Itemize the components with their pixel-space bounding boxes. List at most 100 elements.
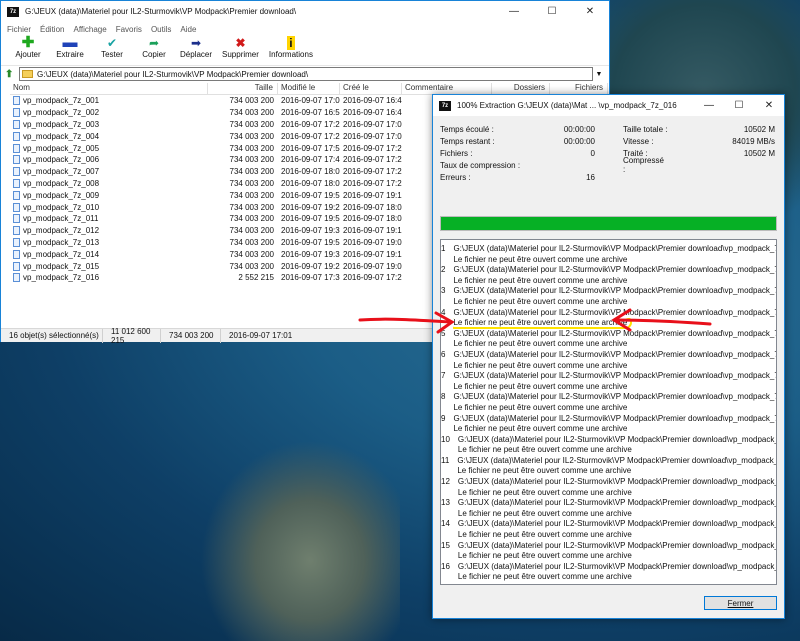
error-message-body: G:\JEUX (data)\Materiel pour IL2-Sturmov… xyxy=(453,265,777,286)
menu-affichage[interactable]: Affichage xyxy=(73,25,106,34)
column-header-size[interactable]: Taille xyxy=(208,83,278,94)
error-message-body: G:\JEUX (data)\Materiel pour IL2-Sturmov… xyxy=(457,456,776,477)
error-message-item[interactable]: 6 G:\JEUX (data)\Materiel pour IL2-Sturmo… xyxy=(441,350,776,371)
error-message-item[interactable]: 11 G:\JEUX (data)\Materiel pour IL2-Sturm… xyxy=(441,456,776,477)
speed-value: 84019 MB/s xyxy=(732,136,775,146)
file-size: 734 003 200 xyxy=(229,202,275,212)
error-message-text: Le fichier ne peut être ouvert comme une… xyxy=(458,551,776,562)
7zip-app-icon: 7z xyxy=(7,6,19,17)
remaining-label: Temps restant : xyxy=(440,136,495,146)
info-button[interactable]: i Informations xyxy=(264,36,318,59)
error-message-text-span: Le fichier ne peut être ouvert comme une… xyxy=(453,424,628,434)
maximize-button[interactable]: ☐ xyxy=(533,1,571,22)
error-message-item[interactable]: 10 G:\JEUX (data)\Materiel pour IL2-Sturm… xyxy=(441,435,776,456)
column-header-folders[interactable]: Dossiers xyxy=(492,83,550,94)
main-titlebar: 7z G:\JEUX (data)\Materiel pour IL2-Stur… xyxy=(1,1,609,22)
extraction-stats: Temps écoulé : 00:00:00 Taille totale : … xyxy=(440,123,780,183)
error-message-path: G:\JEUX (data)\Materiel pour IL2-Sturmov… xyxy=(453,265,777,275)
column-header-modified[interactable]: Modifié le xyxy=(278,83,340,94)
error-message-text-span: Le fichier ne peut être ouvert comme une… xyxy=(453,254,628,264)
error-message-item[interactable]: 13 G:\JEUX (data)\Materiel pour IL2-Sturm… xyxy=(441,498,776,519)
move-button[interactable]: ➡ Déplacer xyxy=(175,36,217,59)
file-name-cell: vp_modpack_7z_016 xyxy=(10,273,208,283)
error-message-item[interactable]: 7 G:\JEUX (data)\Materiel pour IL2-Sturmo… xyxy=(441,371,776,392)
error-message-text: Le fichier ne peut être ouvert comme une… xyxy=(458,488,776,499)
error-message-item[interactable]: 14 G:\JEUX (data)\Materiel pour IL2-Sturm… xyxy=(441,519,776,540)
error-message-item[interactable]: 9 G:\JEUX (data)\Materiel pour IL2-Sturmo… xyxy=(441,414,776,435)
error-message-path: G:\JEUX (data)\Materiel pour IL2-Sturmov… xyxy=(453,286,777,296)
file-modified: 2016-09-07 17:50 xyxy=(281,143,340,153)
menu-fichier[interactable]: Fichier xyxy=(7,25,31,34)
error-message-body: G:\JEUX (data)\Materiel pour IL2-Sturmov… xyxy=(453,392,777,413)
copy-button[interactable]: ➦ Copier xyxy=(133,36,175,59)
dialog-close-x-button[interactable]: ✕ xyxy=(754,95,784,116)
error-message-text-span: Le fichier ne peut être ouvert comme une… xyxy=(457,508,632,518)
file-size: 734 003 200 xyxy=(229,226,275,236)
error-message-text: Le fichier ne peut être ouvert comme une… xyxy=(457,466,776,477)
errors-value: 16 xyxy=(586,172,595,182)
error-message-number: 6 xyxy=(441,349,446,359)
file-icon xyxy=(13,202,20,212)
chevron-down-icon[interactable]: ▼ xyxy=(593,71,605,78)
menu-aide[interactable]: Aide xyxy=(180,25,196,34)
column-header-name[interactable]: Nom xyxy=(10,83,208,94)
file-size: 734 003 200 xyxy=(229,143,275,153)
file-created: 2016-09-07 19:17 xyxy=(343,249,402,259)
error-message-item[interactable]: 1 G:\JEUX (data)\Materiel pour IL2-Sturmo… xyxy=(441,244,776,265)
error-message-item[interactable]: 15 G:\JEUX (data)\Materiel pour IL2-Sturm… xyxy=(441,541,776,562)
move-icon: ➡ xyxy=(190,36,202,50)
file-icon xyxy=(13,143,20,153)
error-message-item[interactable]: 16 G:\JEUX (data)\Materiel pour IL2-Sturm… xyxy=(441,562,776,583)
files-value: 0 xyxy=(590,148,595,158)
file-icon xyxy=(13,190,20,200)
error-message-path: G:\JEUX (data)\Materiel pour IL2-Sturmov… xyxy=(457,519,777,529)
total-size-value: 10502 M xyxy=(743,124,775,134)
dialog-maximize-button[interactable]: ☐ xyxy=(724,95,754,116)
column-header-files[interactable]: Fichiers xyxy=(550,83,608,94)
folder-up-icon[interactable]: ⬆ xyxy=(5,69,19,80)
extract-button[interactable]: ▬ Extraire xyxy=(49,35,91,59)
file-icon xyxy=(13,249,20,259)
error-message-body: G:\JEUX (data)\Materiel pour IL2-Sturmov… xyxy=(458,541,776,562)
error-message-text: Le fichier ne peut être ouvert comme une… xyxy=(458,572,776,583)
delete-button[interactable]: ✖ Supprimer xyxy=(217,36,264,59)
error-message-body: G:\JEUX (data)\Materiel pour IL2-Sturmov… xyxy=(453,414,776,435)
test-button[interactable]: ✔ Tester xyxy=(91,36,133,59)
error-message-number: 14 xyxy=(441,519,450,529)
file-created: 2016-09-07 17:03 xyxy=(343,119,402,129)
error-message-text-span: Le fichier ne peut être ouvert comme une… xyxy=(453,402,628,412)
error-message-number: 15 xyxy=(441,540,450,550)
error-message-path: G:\JEUX (data)\Materiel pour IL2-Sturmov… xyxy=(453,392,777,402)
close-button[interactable]: Fermer xyxy=(704,596,777,610)
close-window-button[interactable]: ✕ xyxy=(571,1,609,22)
error-message-body: G:\JEUX (data)\Materiel pour IL2-Sturmov… xyxy=(453,244,776,265)
error-message-text: Le fichier ne peut être ouvert comme une… xyxy=(458,445,776,456)
menu-edition[interactable]: Édition xyxy=(40,25,64,34)
file-icon xyxy=(13,167,20,177)
file-modified: 2016-09-07 19:50 xyxy=(281,190,340,200)
menu-outils[interactable]: Outils xyxy=(151,25,171,34)
file-icon xyxy=(13,155,20,165)
error-message-path: G:\JEUX (data)\Materiel pour IL2-Sturmov… xyxy=(457,498,777,508)
file-name-cell: vp_modpack_7z_010 xyxy=(10,202,208,212)
add-button[interactable]: ✚ Ajouter xyxy=(7,35,49,59)
address-field[interactable]: G:\JEUX (data)\Materiel pour IL2-Sturmov… xyxy=(19,67,593,81)
file-size: 734 003 200 xyxy=(229,237,275,247)
error-message-number: 13 xyxy=(441,498,450,508)
dialog-minimize-button[interactable]: — xyxy=(694,95,724,116)
error-message-item[interactable]: 3 G:\JEUX (data)\Materiel pour IL2-Sturmo… xyxy=(441,286,776,307)
minimize-button[interactable]: — xyxy=(495,1,533,22)
error-messages-list[interactable]: 1 G:\JEUX (data)\Materiel pour IL2-Sturmo… xyxy=(440,239,777,585)
column-header-comment[interactable]: Commentaire xyxy=(402,83,492,94)
menu-favoris[interactable]: Favoris xyxy=(116,25,142,34)
file-name-cell: vp_modpack_7z_015 xyxy=(10,261,208,271)
file-modified: 2016-09-07 19:33 xyxy=(281,226,340,236)
file-size: 734 003 200 xyxy=(229,119,275,129)
error-message-item[interactable]: 12 G:\JEUX (data)\Materiel pour IL2-Sturm… xyxy=(441,477,776,498)
column-header-created[interactable]: Créé le xyxy=(340,83,402,94)
file-name: vp_modpack_7z_005 xyxy=(23,143,100,153)
info-icon: i xyxy=(286,36,295,50)
error-message-item[interactable]: 8 G:\JEUX (data)\Materiel pour IL2-Sturmo… xyxy=(441,392,776,413)
error-message-item[interactable]: 2 G:\JEUX (data)\Materiel pour IL2-Sturmo… xyxy=(441,265,776,286)
file-name: vp_modpack_7z_012 xyxy=(23,226,100,236)
